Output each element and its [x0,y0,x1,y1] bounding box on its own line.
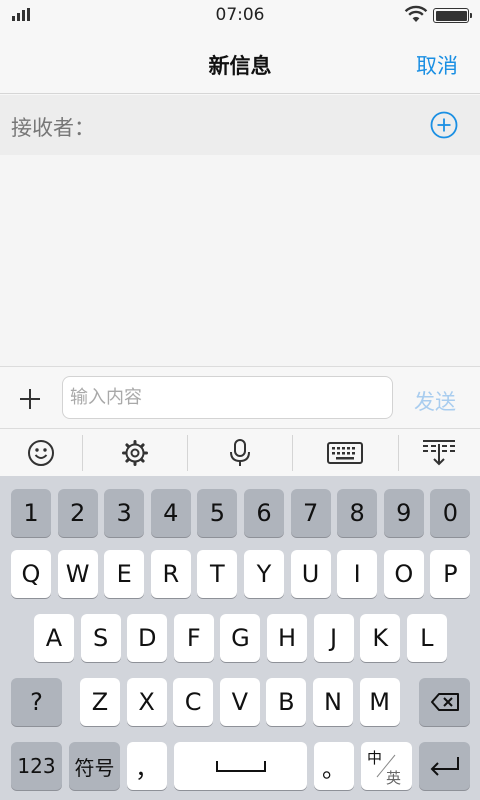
number-key-0[interactable]: 0 [430,489,471,537]
letter-key-p[interactable]: P [430,550,471,598]
recipient-label: 接收者： [11,116,95,140]
letter-key-u[interactable]: U [290,550,331,598]
recipient-field[interactable]: 接收者： [0,95,480,155]
number-key-7[interactable]: 7 [290,489,331,537]
letter-key-w[interactable]: W [57,550,98,598]
add-contact-icon[interactable] [430,111,458,139]
number-key-5[interactable]: 5 [197,489,238,537]
question-key[interactable]: ? [11,678,62,726]
letter-key-j[interactable]: J [313,614,354,662]
letter-key-x[interactable]: X [126,678,167,726]
letter-key-h[interactable]: H [267,614,307,662]
period-key[interactable]: 。 [314,742,354,790]
letter-key-d[interactable]: D [127,614,168,662]
letter-key-t[interactable]: T [197,550,238,598]
nav-bar: 新信息 取消 [0,30,480,94]
number-key-4[interactable]: 4 [150,489,191,537]
number-key-9[interactable]: 9 [383,489,424,537]
letter-key-i[interactable]: I [337,550,378,598]
return-icon [430,757,459,776]
voice-button[interactable] [187,429,292,477]
letter-key-b[interactable]: B [266,678,307,726]
enter-key[interactable] [419,742,470,790]
emoji-icon [28,440,54,466]
letter-key-n[interactable]: N [313,678,353,726]
message-input[interactable] [62,376,393,419]
language-switch-key[interactable]: 中 英 [361,742,412,790]
cancel-button[interactable]: 取消 [416,50,458,80]
number-key-6[interactable]: 6 [244,489,284,537]
page-title: 新信息 [208,54,272,78]
letter-key-r[interactable]: R [150,550,191,598]
number-key-8[interactable]: 8 [337,489,378,537]
letter-key-o[interactable]: O [383,550,424,598]
message-area [0,155,480,366]
symbols-key[interactable]: 符号 [69,742,120,790]
hide-keyboard-button[interactable] [398,429,480,477]
gear-icon [121,440,148,466]
number-key-1[interactable]: 1 [11,489,51,537]
send-button[interactable]: 发送 [414,386,456,416]
letter-key-k[interactable]: K [360,614,401,662]
keyboard-hide-icon [423,440,455,466]
letter-key-g[interactable]: G [220,614,261,662]
keyboard: 1234567890 QWERTYUIOP ASDFGHJKL ? Z X C V B N M… [0,476,480,800]
number-key-3[interactable]: 3 [104,489,145,537]
keyboard-toolbar [0,428,480,476]
backspace-key[interactable] [419,678,470,726]
letter-key-e[interactable]: E [104,550,145,598]
wifi-icon [404,5,428,22]
letter-key-y[interactable]: Y [244,550,284,598]
compose-bar: 发送 [0,366,480,428]
microphone-icon [229,439,250,466]
backspace-icon [430,693,459,711]
letter-key-l[interactable]: L [406,614,447,662]
keyboard-icon [327,442,363,464]
letter-key-a[interactable]: A [34,614,74,662]
battery-icon [433,8,472,23]
divider-slash [376,754,396,778]
space-icon [215,761,266,772]
letter-key-v[interactable]: V [219,678,260,726]
letter-key-c[interactable]: C [173,678,214,726]
attach-plus-icon[interactable] [19,388,41,410]
letter-key-m[interactable]: M [359,678,400,726]
letter-key-s[interactable]: S [80,614,121,662]
status-bar: 07:06 [0,0,480,30]
letter-key-z[interactable]: Z [80,678,120,726]
settings-button[interactable] [82,429,187,477]
emoji-button[interactable] [0,429,82,477]
keyboard-switch-button[interactable] [292,429,398,477]
numbers-key[interactable]: 123 [11,742,62,790]
letter-key-q[interactable]: Q [11,550,51,598]
comma-key[interactable]: ， [127,742,167,790]
number-key-2[interactable]: 2 [57,489,98,537]
space-key[interactable] [174,742,307,790]
letter-key-f[interactable]: F [173,614,214,662]
